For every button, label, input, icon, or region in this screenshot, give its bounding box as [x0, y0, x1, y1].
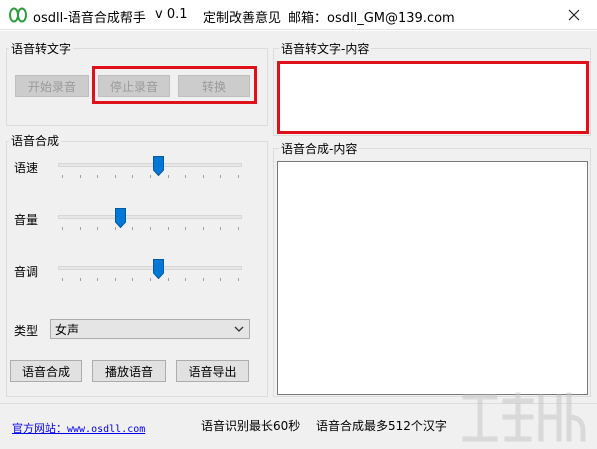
- start-record-button[interactable]: 开始录音: [15, 75, 89, 97]
- play-voice-button[interactable]: 播放语音: [92, 360, 166, 382]
- watermark-logo-icon: [462, 392, 586, 442]
- official-site-link[interactable]: 官方网站：www.osdll.com: [12, 420, 145, 436]
- title-bar: osdll-语音合成帮手 v 0.1 定制改善意见 邮箱：osdll_GM@13…: [0, 0, 597, 30]
- slider-tick: [132, 175, 134, 178]
- voice-type-select[interactable]: 女声: [50, 319, 250, 339]
- volume-slider[interactable]: [58, 208, 244, 234]
- slider-tick: [202, 227, 204, 230]
- slider-track: [58, 163, 242, 167]
- slider-tick: [220, 175, 222, 178]
- slider-thumb[interactable]: [153, 259, 165, 279]
- version-text: v 0.1: [155, 7, 188, 22]
- slider-tick: [167, 175, 169, 178]
- tts-content-textarea[interactable]: [277, 161, 588, 395]
- slider-tick: [202, 278, 204, 281]
- highlight-marker-content: [277, 61, 589, 134]
- slider-ticks: [62, 227, 239, 231]
- synth-limit-text: 语音合成最多512个汉字: [316, 419, 447, 433]
- contact-email: 邮箱：osdll_GM@139.com: [288, 11, 455, 26]
- slider-thumb[interactable]: [153, 156, 165, 176]
- slider-tick: [114, 175, 116, 178]
- slider-tick: [62, 175, 63, 178]
- slider-tick: [97, 175, 99, 178]
- slider-tick: [238, 227, 239, 230]
- volume-label: 音量: [14, 213, 39, 227]
- slider-track: [58, 215, 242, 219]
- recognize-limit-text: 语音识别最长60秒: [201, 419, 301, 433]
- slider-tick: [167, 227, 169, 230]
- synthesize-button[interactable]: 语音合成: [10, 360, 82, 382]
- type-label: 类型: [14, 324, 39, 338]
- slider-tick: [132, 278, 134, 281]
- slider-tick: [62, 278, 63, 281]
- tts-group-title: 语音合成: [9, 134, 62, 148]
- slider-tick: [150, 227, 151, 230]
- slider-tick: [132, 227, 134, 230]
- app-title: osdll-语音合成帮手: [33, 11, 146, 26]
- slider-tick: [114, 278, 116, 281]
- slider-tick: [150, 175, 151, 178]
- speed-label: 语速: [14, 161, 39, 175]
- slider-tick: [97, 227, 99, 230]
- slider-tick: [150, 278, 151, 281]
- official-site-prefix: 官方网站：: [12, 422, 67, 435]
- tts-content-title: 语音合成-内容: [279, 142, 360, 156]
- chevron-down-icon: [234, 326, 244, 332]
- slider-tick: [97, 278, 99, 281]
- speed-slider[interactable]: [58, 156, 244, 182]
- slider-tick: [238, 278, 239, 281]
- official-site-url: www.osdll.com: [67, 424, 146, 435]
- slider-tick: [238, 175, 239, 178]
- feedback-link[interactable]: 定制改善意见: [203, 7, 281, 26]
- pitch-slider[interactable]: [58, 259, 244, 285]
- pitch-label: 音调: [14, 265, 39, 279]
- slider-track: [58, 266, 242, 270]
- slider-tick: [202, 175, 204, 178]
- stt-group-title: 语音转文字: [9, 42, 74, 56]
- export-voice-button[interactable]: 语音导出: [176, 360, 249, 382]
- highlight-marker-buttons: [92, 66, 257, 104]
- slider-ticks: [62, 278, 239, 282]
- main-panel: 语音转文字 开始录音 停止录音 转换 语音转文字-内容 语音合成 语速 音量 音…: [0, 31, 597, 449]
- stt-content-title: 语音转文字-内容: [279, 42, 372, 56]
- slider-tick: [79, 278, 81, 281]
- close-icon: [568, 9, 580, 21]
- slider-tick: [79, 227, 81, 230]
- slider-tick: [185, 278, 187, 281]
- slider-tick: [185, 175, 187, 178]
- slider-tick: [185, 227, 187, 230]
- slider-tick: [220, 227, 222, 230]
- slider-tick: [79, 175, 81, 178]
- slider-ticks: [62, 175, 239, 179]
- close-button[interactable]: [551, 0, 597, 30]
- voice-type-value: 女声: [55, 322, 80, 337]
- app-logo-icon: [9, 7, 27, 23]
- slider-tick: [167, 278, 169, 281]
- slider-tick: [220, 278, 222, 281]
- slider-tick: [62, 227, 63, 230]
- slider-thumb[interactable]: [114, 208, 126, 228]
